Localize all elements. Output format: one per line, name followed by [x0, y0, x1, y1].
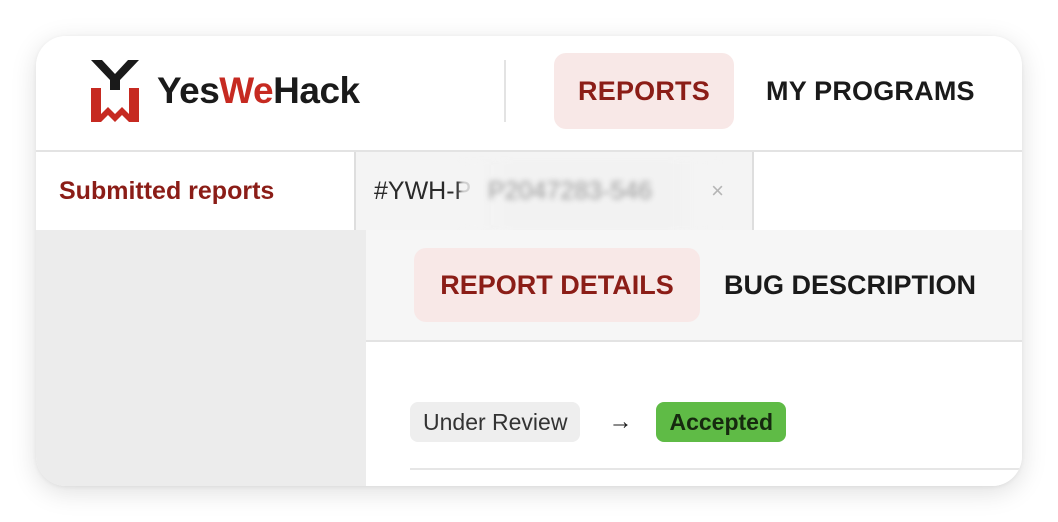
brand-wordmark: YesWeHack [157, 70, 360, 112]
tab-bug-description[interactable]: BUG DESCRIPTION [724, 248, 994, 322]
status-badge-under-review: Under Review [410, 402, 581, 442]
yeswehack-logo-icon [91, 60, 139, 122]
brand-logo[interactable]: YesWeHack [89, 58, 360, 124]
tab-strip: Submitted reports #YWH-P P2047283-546 × [36, 150, 1022, 232]
tab-submitted-reports[interactable]: Submitted reports [36, 152, 354, 230]
report-subtabs: REPORT DETAILS BUG DESCRIPTION [366, 230, 1022, 342]
brand-name-we: We [219, 70, 274, 111]
app-window: YesWeHack REPORTS MY PROGRAMS Submitted … [36, 36, 1022, 486]
status-transition: Under Review → Accepted [410, 402, 786, 442]
tab-report[interactable]: #YWH-P P2047283-546 × [354, 152, 754, 230]
status-badge-accepted: Accepted [656, 402, 786, 442]
report-content: REPORT DETAILS BUG DESCRIPTION Under Rev… [366, 230, 1022, 486]
header-divider [504, 60, 506, 122]
report-id-label: #YWH-P [374, 177, 472, 205]
brand-name-yes: Yes [157, 70, 220, 111]
arrow-right-icon: → [608, 408, 633, 435]
top-header: YesWeHack REPORTS MY PROGRAMS [36, 36, 1022, 150]
report-id-redacted: P2047283-546 [488, 177, 653, 205]
close-icon[interactable]: × [711, 152, 724, 230]
nav-my-programs-button[interactable]: MY PROGRAMS [766, 53, 996, 129]
row-divider [410, 468, 1022, 470]
left-pane [36, 230, 366, 486]
nav-reports-button[interactable]: REPORTS [554, 53, 734, 129]
tab-report-details[interactable]: REPORT DETAILS [414, 248, 700, 322]
brand-name-hack: Hack [273, 70, 360, 111]
